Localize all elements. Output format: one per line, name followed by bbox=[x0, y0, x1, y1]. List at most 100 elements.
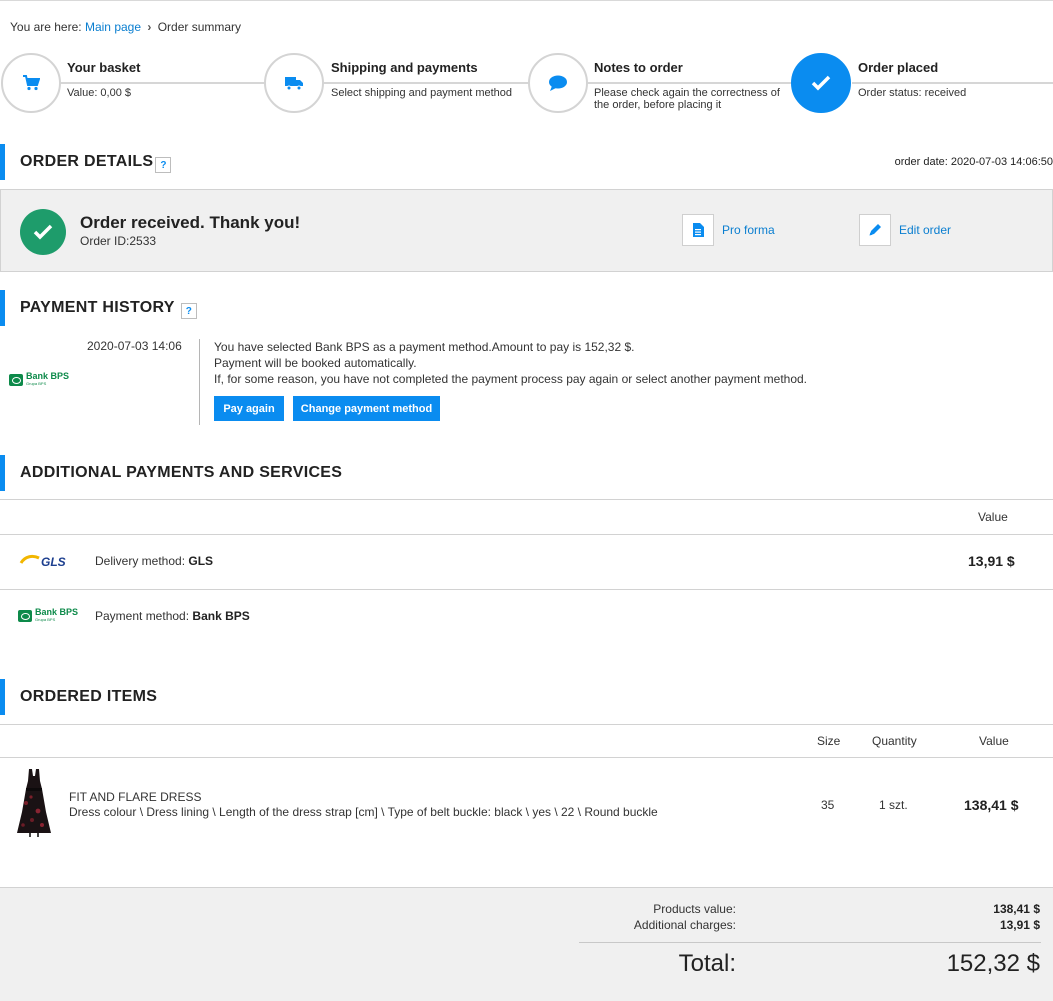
step-title: Order placed bbox=[858, 60, 939, 75]
section-accent-bar bbox=[0, 679, 5, 715]
pro-forma-button[interactable]: Pro forma bbox=[682, 214, 775, 246]
step-notes-circle[interactable] bbox=[528, 53, 588, 113]
step-subtitle: Order status: received bbox=[858, 87, 967, 99]
payment-message-line: If, for some reason, you have not comple… bbox=[214, 372, 808, 386]
step-title: Shipping and payments bbox=[331, 60, 478, 75]
product-name[interactable]: FIT AND FLARE DRESS bbox=[69, 790, 201, 804]
pay-again-button[interactable]: Pay again bbox=[214, 396, 284, 421]
bank-bps-mark bbox=[9, 374, 23, 386]
bank-bps-logo-subtext: Grupa BPS bbox=[35, 617, 56, 622]
additional-charges-value: 13,91 $ bbox=[999, 918, 1040, 932]
section-accent-bar bbox=[0, 290, 5, 326]
section-title: PAYMENT HISTORY bbox=[20, 299, 175, 316]
pencil-icon bbox=[859, 214, 891, 246]
table-divider bbox=[0, 499, 1053, 500]
breadcrumb-prefix: You are here: bbox=[10, 20, 82, 34]
total-value: 152,32 $ bbox=[946, 950, 1040, 977]
section-title: ADDITIONAL PAYMENTS AND SERVICES bbox=[20, 464, 343, 481]
step-placed: Order placed Order status: received bbox=[858, 60, 966, 99]
bank-bps-logo-text: Bank BPS bbox=[35, 607, 79, 617]
step-title: Notes to order bbox=[594, 60, 683, 75]
edit-order-button[interactable]: Edit order bbox=[859, 214, 951, 246]
gls-logo-text: GLS bbox=[41, 555, 66, 568]
help-icon[interactable]: ? bbox=[180, 303, 197, 319]
order-details-header: ORDER DETAILS ? bbox=[0, 144, 172, 180]
product-value: 138,41 $ bbox=[964, 797, 1019, 813]
dress-product-image[interactable] bbox=[14, 767, 54, 837]
payment-history-header: PAYMENT HISTORY ? bbox=[0, 290, 197, 326]
bank-bps-mark bbox=[18, 610, 32, 622]
table-divider bbox=[0, 534, 1053, 535]
pro-forma-label[interactable]: Pro forma bbox=[722, 223, 775, 237]
step-basket-circle[interactable] bbox=[1, 53, 61, 113]
cart-icon bbox=[23, 75, 40, 91]
section-title: ORDERED ITEMS bbox=[20, 688, 158, 705]
value-column-header: Value bbox=[979, 734, 1009, 748]
product-size: 35 bbox=[821, 798, 835, 812]
delivery-cost: 13,91 $ bbox=[968, 553, 1015, 569]
order-status-box: Order received. Thank you! Order ID:2533… bbox=[0, 189, 1053, 272]
bank-bps-logo: Bank BPS Grupa BPS bbox=[18, 608, 78, 624]
summary-divider bbox=[579, 942, 1041, 943]
quantity-column-header: Quantity bbox=[872, 734, 917, 748]
bank-bps-logo: Bank BPS Grupa BPS bbox=[9, 372, 69, 388]
value-column-header: Value bbox=[978, 510, 1008, 524]
step-basket: Your basket Value: 0,00 $ bbox=[67, 60, 140, 99]
change-payment-method-button[interactable]: Change payment method bbox=[293, 396, 440, 421]
document-icon bbox=[682, 214, 714, 246]
step-shipping-circle[interactable] bbox=[264, 53, 324, 113]
breadcrumb-separator: › bbox=[147, 20, 152, 34]
top-border bbox=[0, 0, 1053, 1]
bank-bps-logo-text: Bank BPS bbox=[26, 371, 70, 381]
step-notes: Notes to order Please check again the co… bbox=[594, 60, 784, 111]
table-divider bbox=[0, 589, 1053, 590]
help-icon[interactable]: ? bbox=[155, 157, 172, 173]
delivery-method: Delivery method: GLS bbox=[95, 554, 213, 568]
order-steps: Your basket Value: 0,00 $ Shipping and p… bbox=[0, 52, 1053, 116]
section-accent-bar bbox=[0, 455, 5, 491]
truck-icon bbox=[285, 77, 303, 91]
table-divider bbox=[0, 757, 1053, 758]
payment-message-line: You have selected Bank BPS as a payment … bbox=[214, 340, 635, 354]
size-column-header: Size bbox=[817, 734, 841, 748]
total-label: Total: bbox=[678, 950, 736, 977]
products-value-label: Products value: bbox=[653, 902, 736, 916]
payment-method-value: Bank BPS bbox=[192, 609, 250, 623]
order-received-title: Order received. Thank you! bbox=[80, 213, 301, 232]
check-icon bbox=[811, 75, 831, 91]
payment-method: Payment method: Bank BPS bbox=[95, 609, 250, 623]
table-divider bbox=[0, 724, 1053, 725]
payment-message: You have selected Bank BPS as a payment … bbox=[214, 339, 807, 387]
step-subtitle: Select shipping and payment method bbox=[331, 87, 513, 99]
order-id: Order ID:2533 bbox=[80, 234, 157, 248]
delivery-method-label: Delivery method: bbox=[95, 554, 186, 568]
product-quantity: 1 szt. bbox=[879, 798, 908, 812]
additional-charges-label: Additional charges: bbox=[633, 918, 736, 932]
section-title: ORDER DETAILS bbox=[20, 153, 154, 170]
product-details: Dress colour \ Dress lining \ Length of … bbox=[69, 805, 658, 819]
payment-divider bbox=[199, 339, 200, 425]
additional-payments-header: ADDITIONAL PAYMENTS AND SERVICES bbox=[0, 455, 342, 491]
breadcrumb-current: Order summary bbox=[157, 20, 242, 34]
bank-bps-logo-subtext: Grupa BPS bbox=[26, 381, 47, 386]
edit-order-label[interactable]: Edit order bbox=[899, 223, 951, 237]
step-placed-circle[interactable] bbox=[791, 53, 851, 113]
step-title: Your basket bbox=[67, 60, 141, 75]
section-accent-bar bbox=[0, 144, 5, 180]
order-summary-totals: Products value: 138,41 $ Additional char… bbox=[0, 887, 1053, 1001]
payment-date: 2020-07-03 14:06 bbox=[87, 339, 182, 353]
step-subtitle: Please check again the correctness of th… bbox=[594, 87, 780, 111]
delivery-method-value: GLS bbox=[188, 554, 214, 568]
order-date: order date: 2020-07-03 14:06:50 bbox=[894, 156, 1053, 168]
breadcrumb: You are here: Main page › Order summary bbox=[10, 20, 241, 34]
ordered-items-header: ORDERED ITEMS bbox=[0, 679, 157, 715]
payment-method-label: Payment method: bbox=[95, 609, 190, 623]
gls-logo: GLS bbox=[19, 554, 66, 568]
step-shipping: Shipping and payments Select shipping an… bbox=[331, 60, 512, 99]
chat-bubble-icon bbox=[549, 75, 567, 91]
success-check-icon bbox=[20, 209, 66, 255]
breadcrumb-main-page-link[interactable]: Main page bbox=[85, 20, 141, 34]
step-subtitle: Value: 0,00 $ bbox=[67, 87, 132, 99]
products-value: 138,41 $ bbox=[993, 902, 1040, 916]
payment-message-line: Payment will be booked automatically. bbox=[214, 356, 417, 370]
